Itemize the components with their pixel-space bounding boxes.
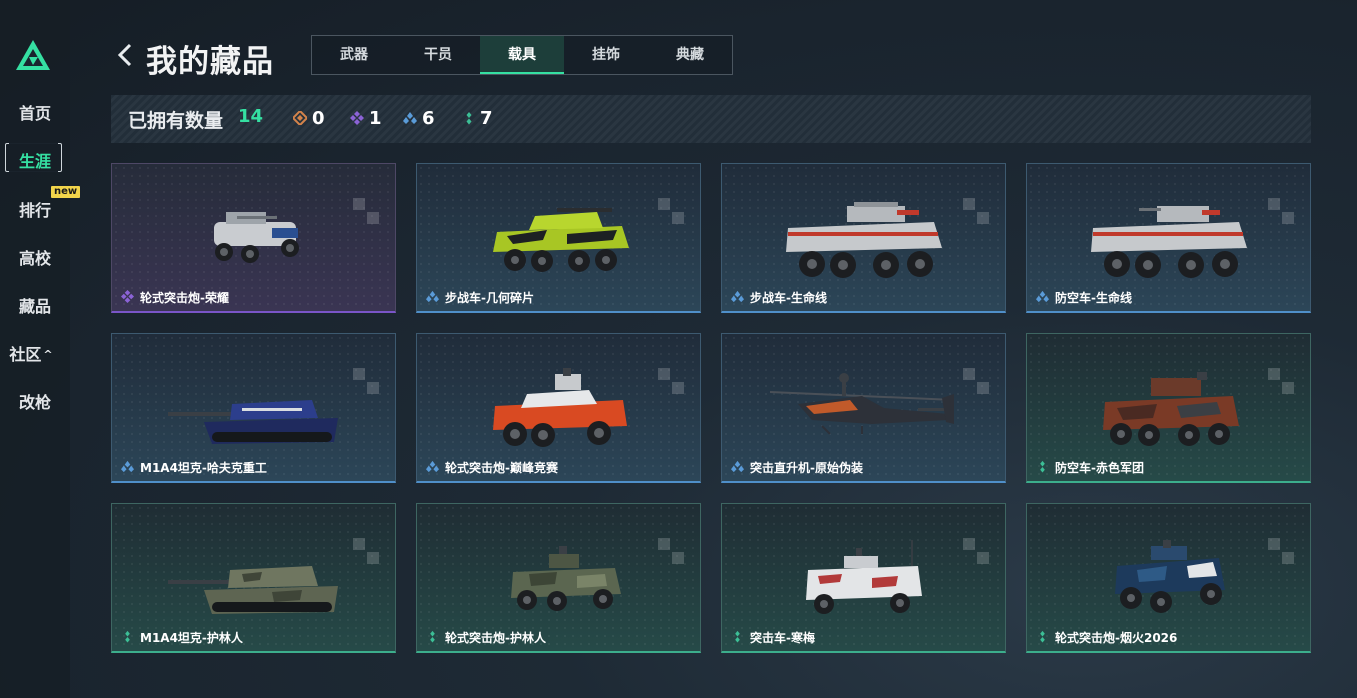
blue-rarity-icon (426, 290, 439, 303)
tab-vehicles[interactable]: 载具 (480, 36, 564, 74)
vehicle-card[interactable]: 突击直升机-原始伪装 (721, 333, 1006, 483)
vehicle-name: 轮式突击炮-荣耀 (140, 291, 229, 305)
vehicle-name: 步战车-几何碎片 (445, 291, 534, 305)
nav-item-community-label: 社区 (9, 345, 42, 364)
owned-count-label: 已拥有数量 (128, 110, 224, 132)
vehicle-card[interactable]: 轮式突击炮-巅峰竞赛 (416, 333, 701, 483)
green-rarity-icon (430, 630, 435, 643)
nav-item-university[interactable]: 高校 (0, 245, 70, 269)
nav-item-collection[interactable]: 藏品 (0, 293, 70, 317)
vehicle-name: M1A4坦克-哈夫克重工 (140, 461, 267, 475)
blue-rarity-icon (426, 460, 439, 473)
vehicle-name: M1A4坦克-护林人 (140, 631, 243, 645)
vehicle-name: 轮式突击炮-巅峰竞赛 (445, 461, 558, 475)
vehicle-name: 轮式突击炮-烟火2026 (1055, 631, 1178, 645)
nav-item-ranking[interactable]: 排行 (0, 197, 70, 221)
blue-rarity-count: 6 (422, 108, 435, 129)
purple-rarity-icon (121, 290, 134, 303)
vehicle-card[interactable]: 步战车-生命线 (721, 163, 1006, 313)
nav-item-community[interactable]: 社区 ^ (0, 341, 66, 365)
purple-rarity-icon (350, 111, 364, 125)
vehicle-name: 突击车-寒梅 (750, 631, 815, 645)
orange-rarity-count: 0 (312, 108, 325, 129)
ownership-stats-bar: 已拥有数量 14 0 1 6 7 (111, 95, 1311, 143)
green-rarity-icon (466, 112, 472, 125)
blue-rarity-icon (121, 460, 134, 473)
chevron-up-icon: ^ (43, 348, 53, 361)
blue-rarity-icon (731, 460, 744, 473)
vehicle-card[interactable]: 轮式突击炮-护林人 (416, 503, 701, 653)
back-arrow-icon[interactable] (115, 42, 135, 68)
purple-rarity-count: 1 (369, 108, 382, 129)
sidebar: 首页 生涯 排行 new 高校 藏品 社区 ^ 改枪 (0, 0, 81, 698)
vehicle-card[interactable]: 防空车-生命线 (1026, 163, 1311, 313)
nav-item-gun-mod[interactable]: 改枪 (0, 389, 70, 413)
vehicle-name: 防空车-赤色军团 (1055, 461, 1144, 475)
nav-item-home[interactable]: 首页 (0, 100, 70, 124)
vehicle-name: 防空车-生命线 (1055, 291, 1132, 305)
green-rarity-icon (735, 630, 740, 643)
orange-rarity-icon (293, 111, 307, 125)
vehicle-name: 步战车-生命线 (750, 291, 827, 305)
app-logo-icon[interactable] (14, 38, 52, 72)
tab-operators[interactable]: 干员 (396, 36, 480, 74)
tab-collection[interactable]: 典藏 (648, 36, 732, 74)
owned-count-total: 14 (238, 106, 264, 127)
tab-charms[interactable]: 挂饰 (564, 36, 648, 74)
vehicle-card[interactable]: 轮式突击炮-荣耀 (111, 163, 396, 313)
vehicle-card[interactable]: 步战车-几何碎片 (416, 163, 701, 313)
green-rarity-icon (1040, 460, 1045, 473)
blue-rarity-icon (403, 112, 417, 124)
blue-rarity-icon (731, 290, 744, 303)
vehicle-card[interactable]: 轮式突击炮-烟火2026 (1026, 503, 1311, 653)
vehicle-card[interactable]: 防空车-赤色军团 (1026, 333, 1311, 483)
vehicle-name: 突击直升机-原始伪装 (750, 461, 863, 475)
green-rarity-count: 7 (480, 108, 493, 129)
blue-rarity-icon (1036, 290, 1049, 303)
vehicle-card[interactable]: 突击车-寒梅 (721, 503, 1006, 653)
tab-weapons[interactable]: 武器 (312, 36, 396, 74)
vehicle-card[interactable]: M1A4坦克-护林人 (111, 503, 396, 653)
page-title: 我的藏品 (146, 44, 274, 80)
category-tabs: 武器 干员 载具 挂饰 典藏 (311, 35, 733, 75)
vehicle-name: 轮式突击炮-护林人 (445, 631, 546, 645)
new-badge: new (51, 186, 81, 198)
vehicle-card[interactable]: M1A4坦克-哈夫克重工 (111, 333, 396, 483)
nav-item-career[interactable]: 生涯 (0, 148, 70, 172)
green-rarity-icon (1040, 630, 1045, 643)
green-rarity-icon (125, 630, 130, 643)
